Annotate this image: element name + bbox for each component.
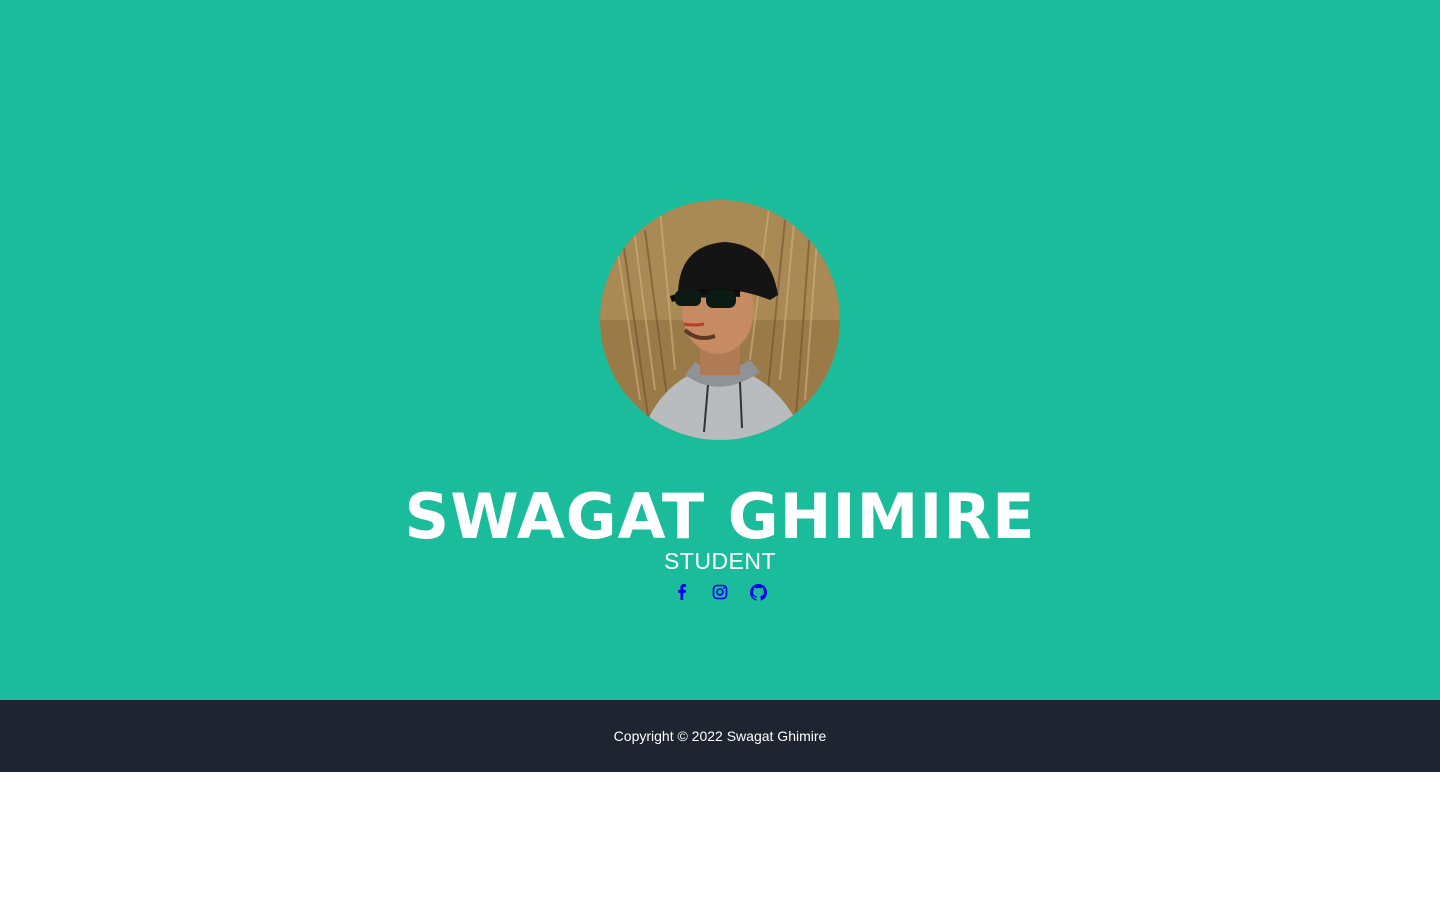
profile-role: STUDENT	[663, 548, 777, 574]
hero-section: SWAGAT GHIMIRE STUDENT	[0, 0, 1440, 700]
social-links	[0, 580, 1440, 604]
instagram-icon	[712, 584, 728, 600]
footer: Copyright © 2022 Swagat Ghimire	[0, 700, 1440, 772]
facebook-icon	[678, 584, 686, 600]
copyright-text: Copyright © 2022 Swagat Ghimire	[613, 728, 827, 744]
instagram-link[interactable]	[708, 580, 732, 604]
github-link[interactable]	[746, 580, 770, 604]
facebook-link[interactable]	[670, 580, 694, 604]
github-icon	[749, 583, 767, 601]
profile-photo	[600, 200, 840, 440]
profile-avatar	[600, 200, 840, 440]
